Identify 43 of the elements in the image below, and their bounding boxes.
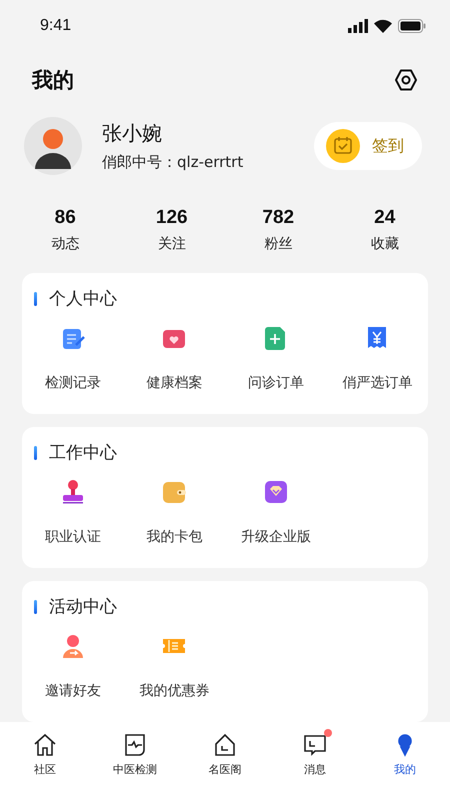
menu-item[interactable]: 职业认证 (22, 478, 124, 546)
tab-item[interactable]: 消息 (270, 722, 360, 800)
menu-item[interactable]: 健康档案 (124, 324, 225, 392)
stat-value: 126 (156, 207, 188, 229)
tab-item[interactable]: 我的 (360, 722, 450, 800)
calendar-icon (326, 129, 360, 163)
settings-icon[interactable] (394, 68, 418, 92)
checkin-button[interactable]: 签到 (314, 122, 422, 170)
section-title: 工作中心 (49, 442, 117, 464)
menu-item[interactable]: 我的卡包 (124, 478, 225, 546)
tab-item[interactable]: 社区 (0, 722, 90, 800)
stat-label: 动态 (51, 235, 80, 253)
menu-item[interactable]: 俏严选订单 (326, 324, 428, 392)
section-title: 活动中心 (49, 596, 117, 618)
accent-bar (34, 292, 37, 306)
message-icon (302, 732, 328, 758)
accent-bar (34, 600, 37, 614)
stat-value: 86 (54, 207, 76, 229)
pulse-chart-icon (122, 732, 148, 758)
account-id: 俏郎中号：qlz-errtrt (102, 153, 244, 172)
menu-item[interactable]: 问诊订单 (225, 324, 326, 392)
section-title: 个人中心 (49, 288, 117, 310)
stat-value: 782 (262, 207, 294, 229)
stat-label: 粉丝 (264, 235, 292, 253)
avatar[interactable] (24, 117, 82, 175)
user-name: 张小婉 (102, 120, 163, 147)
status-time: 9:41 (40, 16, 72, 35)
menu-item[interactable]: 邀请好友 (22, 632, 124, 700)
menu-item[interactable]: 升级企业版 (225, 478, 326, 546)
home-icon (32, 732, 58, 758)
stat-label: 收藏 (370, 235, 399, 253)
accent-bar (34, 446, 37, 460)
menu-item[interactable]: 检测记录 (22, 324, 124, 392)
signal-icon (348, 18, 368, 33)
house-icon (212, 732, 238, 758)
menu-item[interactable]: 我的优惠券 (124, 632, 225, 700)
stat-label: 关注 (158, 235, 186, 253)
wifi-icon (374, 18, 392, 33)
battery-icon (398, 18, 426, 33)
page-title: 我的 (32, 67, 74, 94)
tab-item[interactable]: 名医阁 (180, 722, 270, 800)
stat-value: 24 (374, 207, 396, 229)
tab-item[interactable]: 中医检测 (90, 722, 180, 800)
